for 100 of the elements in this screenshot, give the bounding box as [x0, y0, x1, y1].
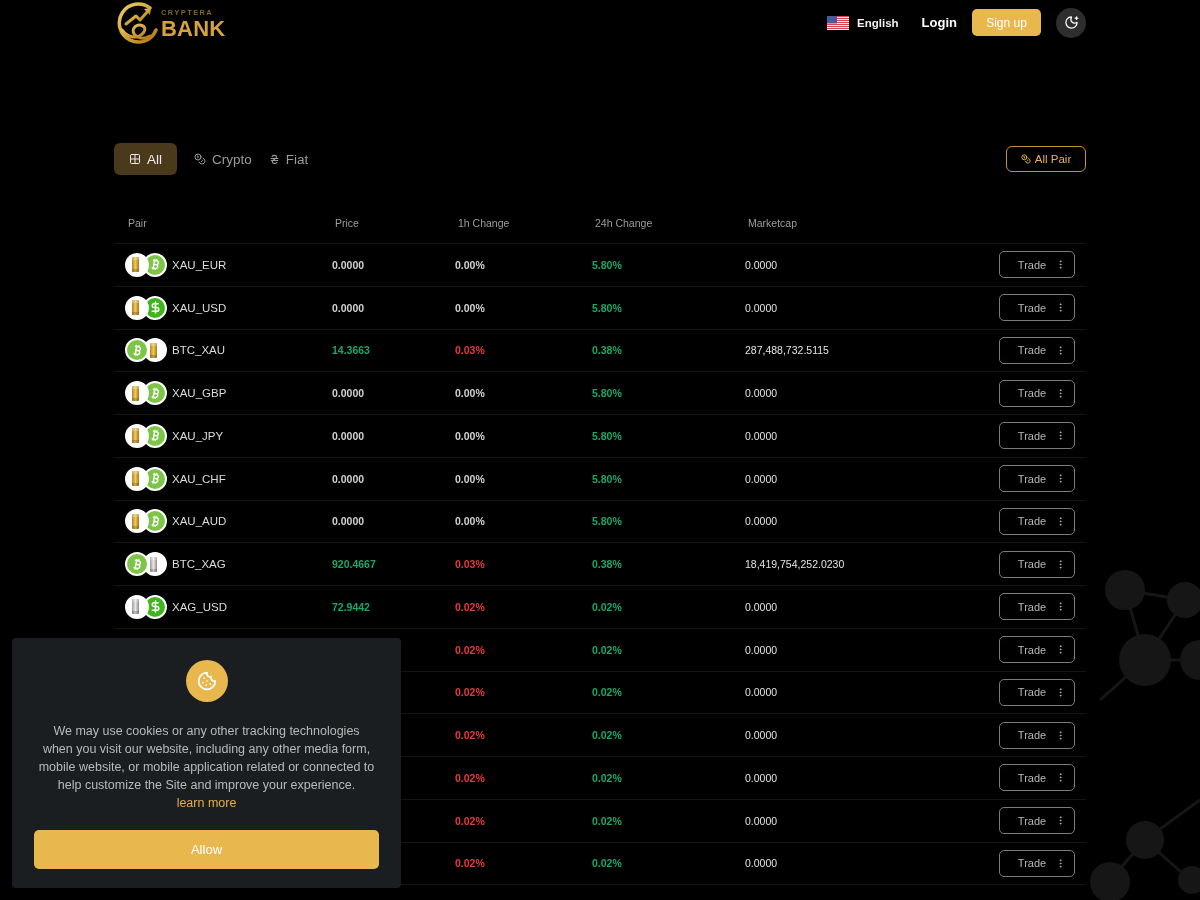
coins-icon	[1020, 154, 1031, 164]
marketcap-cell: 0.0000	[745, 258, 778, 271]
filter-tab[interactable]: All	[114, 143, 177, 175]
trade-button[interactable]: Trade	[999, 678, 1075, 706]
marketcap-cell: 0.0000	[745, 429, 778, 442]
pair-name: XAU_JPY	[172, 429, 224, 442]
trade-button[interactable]: Trade	[999, 465, 1075, 493]
change-cell: 5.80%	[592, 258, 622, 271]
filter-tab[interactable]: Crypto	[194, 143, 252, 175]
price-cell: 0.0000	[332, 472, 365, 485]
change-cell: 5.80%	[592, 515, 622, 528]
coins-icon	[194, 153, 206, 165]
marketcap-cell: 287,488,732.5115	[745, 344, 829, 357]
marketcap-cell: 0.0000	[745, 643, 778, 656]
pair-name: BTC_XAG	[172, 558, 226, 571]
price-cell: 0.0000	[332, 429, 365, 442]
login-link[interactable]: Login	[921, 15, 957, 30]
change-cell: 0.02%	[592, 771, 622, 784]
all-pair-button[interactable]: All Pair	[1006, 146, 1086, 172]
column-header: 1h Change	[457, 217, 510, 229]
theme-toggle-button[interactable]	[1056, 7, 1086, 38]
change-cell: 5.80%	[592, 472, 622, 485]
column-header: Pair	[127, 217, 147, 229]
marketcap-cell: 0.0000	[745, 515, 778, 528]
price-cell: 0.0000	[332, 515, 365, 528]
price-cell: 0.0000	[332, 387, 365, 400]
change-cell: 0.00%	[455, 429, 485, 442]
price-cell: 0.0000	[332, 258, 365, 271]
change-cell: 0.38%	[592, 344, 622, 357]
currency-icon	[268, 153, 280, 165]
marketcap-cell: 0.0000	[745, 771, 778, 784]
change-cell: 0.02%	[455, 643, 485, 656]
marketcap-cell: 0.0000	[745, 729, 778, 742]
trade-button[interactable]: Trade	[999, 593, 1075, 621]
price-cell: 920.4667	[332, 558, 376, 571]
column-header: 24h Change	[594, 217, 653, 229]
trade-button[interactable]: Trade	[999, 849, 1075, 877]
change-cell: 0.00%	[455, 472, 485, 485]
learn-more-link[interactable]: learn more	[176, 794, 237, 812]
trade-button[interactable]: Trade	[999, 251, 1075, 279]
change-cell: 5.80%	[592, 387, 622, 400]
trade-button[interactable]: Trade	[999, 294, 1075, 322]
change-cell: 0.00%	[455, 387, 485, 400]
change-cell: 0.02%	[592, 729, 622, 742]
change-cell: 0.02%	[455, 857, 485, 870]
trade-button[interactable]: Trade	[999, 422, 1075, 450]
price-cell: 14.3663	[332, 344, 370, 357]
change-cell: 0.03%	[455, 344, 485, 357]
trade-button[interactable]: Trade	[999, 336, 1075, 364]
trade-button[interactable]: Trade	[999, 550, 1075, 578]
change-cell: 0.02%	[592, 857, 622, 870]
price-cell: 72.9442	[332, 600, 370, 613]
grid-icon	[129, 153, 141, 165]
marketcap-cell: 0.0000	[745, 301, 778, 314]
change-cell: 0.02%	[455, 814, 485, 827]
column-header: Price	[334, 217, 359, 229]
change-cell: 0.02%	[455, 729, 485, 742]
change-cell: 0.38%	[592, 558, 622, 571]
trade-button[interactable]: Trade	[999, 636, 1075, 664]
pair-name: XAU_AUD	[172, 515, 227, 528]
trade-button[interactable]: Trade	[999, 807, 1075, 835]
marketcap-cell: 0.0000	[745, 472, 778, 485]
change-cell: 0.00%	[455, 301, 485, 314]
language-selector[interactable]: English	[827, 15, 899, 30]
change-cell: 0.02%	[592, 686, 622, 699]
price-cell: 0.0000	[332, 301, 365, 314]
pair-name: XAU_EUR	[172, 258, 227, 271]
change-cell: 0.02%	[455, 686, 485, 699]
pair-name: BTC_XAU	[172, 344, 226, 357]
marketcap-cell: 0.0000	[745, 814, 778, 827]
moon-icon	[1063, 15, 1079, 30]
pair-name: XAU_CHF	[172, 472, 226, 485]
logo-wordmark[interactable]: BANK	[161, 17, 226, 40]
change-cell: 0.02%	[455, 600, 485, 613]
pair-name: XAU_GBP	[172, 387, 227, 400]
marketcap-cell: 18,419,754,252.0230	[745, 558, 845, 571]
change-cell: 0.02%	[592, 600, 622, 613]
cookie-icon	[185, 660, 228, 702]
trade-button[interactable]: Trade	[999, 721, 1075, 749]
change-cell: 5.80%	[592, 301, 622, 314]
change-cell: 0.02%	[592, 643, 622, 656]
trade-button[interactable]: Trade	[999, 379, 1075, 407]
change-cell: 0.03%	[455, 558, 485, 571]
change-cell: 0.00%	[455, 258, 485, 271]
change-cell: 0.00%	[455, 515, 485, 528]
change-cell: 5.80%	[592, 429, 622, 442]
marketcap-cell: 0.0000	[745, 600, 778, 613]
filter-tab[interactable]: Fiat	[268, 143, 309, 175]
change-cell: 0.02%	[592, 814, 622, 827]
column-header: Marketcap	[747, 217, 798, 229]
marketcap-cell: 0.0000	[745, 686, 778, 699]
trade-button[interactable]: Trade	[999, 507, 1075, 535]
pair-name: XAG_USD	[172, 600, 227, 613]
flag-icon	[827, 15, 850, 30]
pair-name: XAU_USD	[172, 301, 227, 314]
change-cell: 0.02%	[455, 771, 485, 784]
marketcap-cell: 0.0000	[745, 857, 778, 870]
cookie-notice-text: We may use cookies or any other tracking technologies when you visit our website, including any other media form, mobile website, or mobile application related or connected to help customize the Site and improve your experience.	[38, 723, 375, 794]
trade-button[interactable]: Trade	[999, 764, 1075, 792]
marketcap-cell: 0.0000	[745, 387, 778, 400]
